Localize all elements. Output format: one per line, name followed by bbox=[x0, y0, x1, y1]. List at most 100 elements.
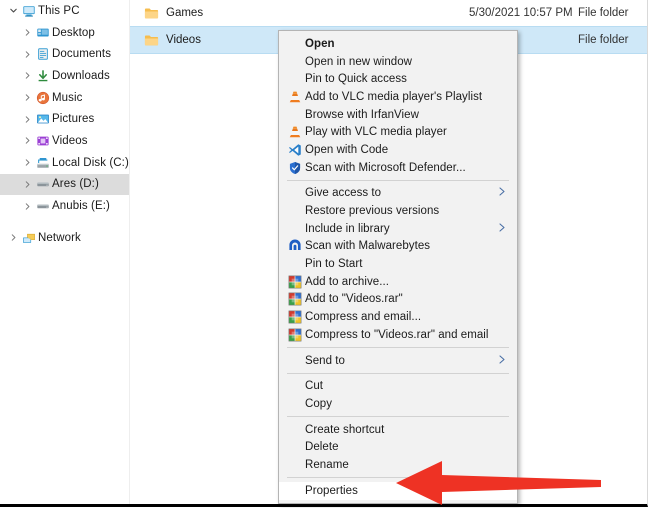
nav-item-label: Videos bbox=[52, 135, 88, 147]
menu-item-add-to-vlc-media-player-s-playlist[interactable]: Add to VLC media player's Playlist bbox=[279, 88, 517, 106]
menu-item-label: Scan with Microsoft Defender... bbox=[305, 162, 466, 174]
menu-item-label: Scan with Malwarebytes bbox=[305, 240, 430, 252]
chevron-right-icon[interactable] bbox=[20, 136, 34, 145]
nav-item-documents[interactable]: Documents bbox=[0, 43, 129, 65]
vscode-icon bbox=[285, 143, 305, 157]
menu-item-label: Rename bbox=[305, 459, 349, 471]
menu-item-add-to-archive[interactable]: Add to archive... bbox=[279, 273, 517, 291]
menu-item-label: Open bbox=[305, 38, 335, 50]
nav-item-local-disk-c[interactable]: Local Disk (C:) bbox=[0, 152, 129, 174]
winrar-icon bbox=[285, 275, 305, 289]
menu-item-cut[interactable]: Cut bbox=[279, 377, 517, 395]
menu-item-open[interactable]: Open bbox=[279, 35, 517, 53]
menu-item-open-in-new-window[interactable]: Open in new window bbox=[279, 53, 517, 71]
menu-item-pin-to-quick-access[interactable]: Pin to Quick access bbox=[279, 70, 517, 88]
menu-item-label: Play with VLC media player bbox=[305, 126, 447, 138]
nav-item-downloads[interactable]: Downloads bbox=[0, 65, 129, 87]
menu-item-add-to-videos-rar[interactable]: Add to "Videos.rar" bbox=[279, 291, 517, 309]
vlc-cone-icon bbox=[285, 90, 305, 104]
file-type: File folder bbox=[578, 7, 629, 19]
vlc-cone-icon bbox=[285, 125, 305, 139]
winrar-icon bbox=[285, 310, 305, 324]
menu-item-label: Compress to "Videos.rar" and email bbox=[305, 329, 489, 341]
menu-item-play-with-vlc-media-player[interactable]: Play with VLC media player bbox=[279, 123, 517, 141]
chevron-right-icon[interactable] bbox=[20, 71, 34, 80]
menu-item-scan-with-microsoft-defender[interactable]: Scan with Microsoft Defender... bbox=[279, 159, 517, 177]
menu-item-label: Restore previous versions bbox=[305, 205, 439, 217]
nav-item-label: Ares (D:) bbox=[52, 178, 99, 190]
menu-item-scan-with-malwarebytes[interactable]: Scan with Malwarebytes bbox=[279, 238, 517, 256]
nav-item-label: Anubis (E:) bbox=[52, 200, 110, 212]
chevron-right-icon[interactable] bbox=[20, 202, 34, 211]
file-name-cell[interactable]: Videos bbox=[144, 33, 201, 48]
network-icon bbox=[20, 231, 38, 245]
nav-item-label: Downloads bbox=[52, 70, 110, 82]
chevron-right-icon[interactable] bbox=[20, 93, 34, 102]
navigation-pane[interactable]: This PC Desktop Documents Downloads MusicPic… bbox=[0, 0, 130, 504]
menu-item-label: Include in library bbox=[305, 223, 390, 235]
menu-item-label: Properties bbox=[305, 485, 358, 497]
winrar-icon bbox=[285, 292, 305, 306]
menu-item-compress-to-videos-rar-and-email[interactable]: Compress to "Videos.rar" and email bbox=[279, 326, 517, 344]
nav-item-ares-d[interactable]: Ares (D:) bbox=[0, 174, 129, 196]
menu-separator bbox=[287, 373, 509, 374]
menu-item-pin-to-start[interactable]: Pin to Start bbox=[279, 255, 517, 273]
menu-item-label: Add to archive... bbox=[305, 276, 389, 288]
nav-item-this-pc[interactable]: This PC bbox=[0, 0, 129, 22]
system-drive-icon bbox=[34, 156, 52, 170]
downloads-icon bbox=[34, 69, 52, 83]
chevron-right-icon[interactable] bbox=[20, 180, 34, 189]
chevron-right-icon[interactable] bbox=[6, 233, 20, 242]
chevron-right-icon[interactable] bbox=[20, 115, 34, 124]
menu-item-label: Pin to Start bbox=[305, 258, 363, 270]
submenu-chevron-right-icon bbox=[498, 222, 506, 235]
chevron-right-icon[interactable] bbox=[20, 50, 34, 59]
menu-item-label: Send to bbox=[305, 355, 345, 367]
submenu-chevron-right-icon bbox=[498, 354, 506, 367]
menu-item-label: Copy bbox=[305, 398, 332, 410]
menu-item-give-access-to[interactable]: Give access to bbox=[279, 185, 517, 203]
nav-item-videos[interactable]: Videos bbox=[0, 130, 129, 152]
folder-icon bbox=[144, 33, 159, 48]
menu-item-rename[interactable]: Rename bbox=[279, 456, 517, 474]
menu-item-restore-previous-versions[interactable]: Restore previous versions bbox=[279, 202, 517, 220]
menu-item-delete[interactable]: Delete bbox=[279, 438, 517, 456]
chevron-right-icon[interactable] bbox=[20, 28, 34, 37]
monitor-icon bbox=[20, 4, 38, 18]
nav-item-network[interactable]: Network bbox=[0, 227, 129, 249]
menu-item-label: Open with Code bbox=[305, 144, 388, 156]
chevron-down-icon[interactable] bbox=[6, 6, 20, 15]
file-type: File folder bbox=[578, 34, 629, 46]
nav-item-desktop[interactable]: Desktop bbox=[0, 22, 129, 44]
nav-item-label: Desktop bbox=[52, 27, 95, 39]
menu-item-compress-and-email[interactable]: Compress and email... bbox=[279, 308, 517, 326]
menu-separator bbox=[287, 416, 509, 417]
documents-icon bbox=[34, 47, 52, 61]
nav-item-label: Documents bbox=[52, 48, 111, 60]
context-menu[interactable]: Open Open in new windowPin to Quick acces… bbox=[278, 30, 518, 504]
nav-item-label: Network bbox=[38, 232, 81, 244]
file-row[interactable]: Games5/30/2021 10:57 PMFile folder bbox=[130, 0, 647, 26]
chevron-right-icon[interactable] bbox=[20, 158, 34, 167]
file-name-cell[interactable]: Games bbox=[144, 6, 203, 21]
menu-item-create-shortcut[interactable]: Create shortcut bbox=[279, 421, 517, 439]
menu-item-copy[interactable]: Copy bbox=[279, 395, 517, 413]
menu-item-label: Create shortcut bbox=[305, 424, 384, 436]
desktop-folder-icon bbox=[34, 26, 52, 40]
nav-item-anubis-e[interactable]: Anubis (E:) bbox=[0, 195, 129, 217]
file-explorer-window: This PC Desktop Documents Downloads MusicPic… bbox=[0, 0, 648, 507]
menu-item-open-with-code[interactable]: Open with Code bbox=[279, 141, 517, 159]
menu-item-send-to[interactable]: Send to bbox=[279, 352, 517, 370]
menu-item-properties[interactable]: Properties bbox=[279, 482, 517, 500]
file-name-label: Games bbox=[166, 7, 203, 19]
menu-item-browse-with-irfanview[interactable]: Browse with IrfanView bbox=[279, 106, 517, 124]
nav-item-pictures[interactable]: Pictures bbox=[0, 108, 129, 130]
nav-item-music[interactable]: Music bbox=[0, 87, 129, 109]
menu-separator bbox=[287, 347, 509, 348]
menu-item-include-in-library[interactable]: Include in library bbox=[279, 220, 517, 238]
menu-item-label: Delete bbox=[305, 441, 339, 453]
menu-item-label: Add to "Videos.rar" bbox=[305, 293, 403, 305]
nav-item-label: This PC bbox=[38, 5, 80, 17]
menu-item-label: Give access to bbox=[305, 187, 381, 199]
pictures-icon bbox=[34, 112, 52, 126]
